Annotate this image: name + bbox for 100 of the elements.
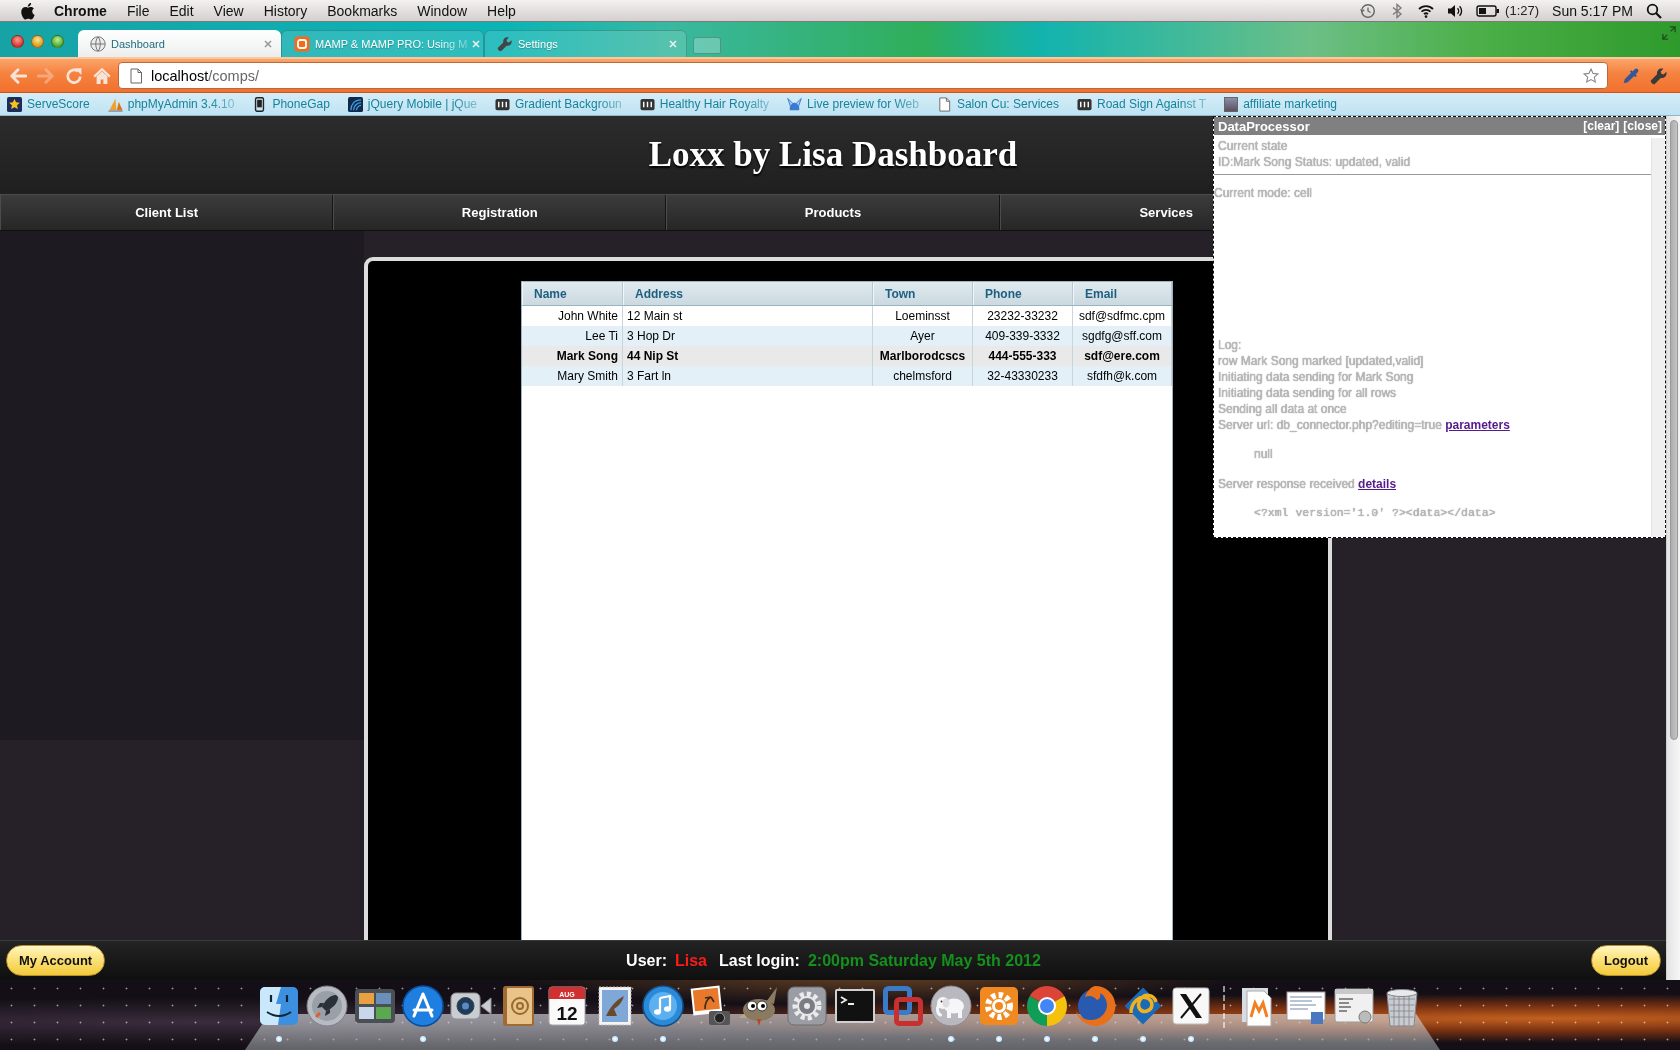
menu-item[interactable]: File	[126, 2, 150, 19]
grid-row[interactable]: Mark Song 44 Nip St Marlborodcscs 444-555-333 sdf@ere.com	[522, 346, 1172, 366]
browser-tab[interactable]: Dashboard	[78, 30, 281, 57]
grid-cell: chelmsford	[873, 366, 973, 386]
bookmark-link[interactable]: Gradient Backgroun	[495, 96, 622, 112]
user-name: Lisa	[675, 951, 707, 970]
state-text: ID:Mark Song Status: updated, valid	[1218, 154, 1412, 170]
bookmark-link[interactable]: ServeScore	[7, 96, 90, 112]
logout-button[interactable]: Logout	[1590, 945, 1661, 976]
horned-helmet-icon	[787, 96, 803, 112]
bookmark-link[interactable]: Salon Cu: Services	[936, 96, 1059, 112]
music-note-icon[interactable]	[641, 984, 685, 1028]
panel-action-link[interactable]: [clear]	[1583, 119, 1620, 133]
wifi-icon[interactable]	[1418, 2, 1435, 19]
panel-title: DataProcessor	[1218, 118, 1310, 134]
log-output: null	[1254, 446, 1274, 462]
grid-row[interactable]: Lee Ti 3 Hop Dr Ayer 409-339-3332 sgdfg@sff.com	[522, 326, 1172, 346]
grid-cell: 32-43330233	[973, 366, 1073, 386]
fullscreen-icon[interactable]	[1662, 26, 1676, 40]
user-label: User:	[626, 951, 667, 970]
menu-item[interactable]: History	[263, 2, 308, 19]
grid-cell: 3 Fart ln	[623, 366, 873, 386]
mode-text: Current mode: cell	[1214, 186, 1313, 200]
star-icon	[7, 96, 22, 112]
address-field[interactable]: localhost/comps/	[118, 62, 1608, 89]
bookmark-link[interactable]: Live preview for Web	[787, 96, 919, 112]
bookmark-link[interactable]: affiliate marketing	[1224, 96, 1337, 112]
bars-tile-icon	[1077, 96, 1092, 112]
rocket-icon[interactable]	[305, 984, 349, 1028]
nav-tab[interactable]: Products	[804, 205, 862, 220]
log-link[interactable]: details	[1358, 477, 1397, 491]
elephant-icon[interactable]	[929, 984, 973, 1028]
eyedropper-icon[interactable]	[1622, 66, 1640, 85]
scrollbar-track[interactable]	[1666, 116, 1680, 980]
log-line: Sending all data at once	[1218, 401, 1348, 417]
xml-response: <?xml version='1.0' ?><data></data>	[1254, 505, 1497, 521]
overlapping-squares-icon[interactable]	[881, 984, 925, 1028]
swirl-icon	[347, 96, 363, 112]
gear-tile-icon[interactable]	[977, 984, 1021, 1028]
browser-logo-icon[interactable]	[1025, 984, 1069, 1028]
wrench-icon[interactable]	[1650, 66, 1668, 85]
log-line: row Mark Song marked [updated,valid]	[1218, 353, 1425, 369]
panel-action-link[interactable]: [close]	[1623, 119, 1662, 133]
bookmark-link[interactable]: phpMyAdmin 3.4.10	[107, 96, 235, 112]
log-line: Server url: db_connector.php?editing=true parameters	[1218, 417, 1511, 433]
menu-item[interactable]: Bookmarks	[327, 2, 398, 19]
bookmark-star-icon[interactable]	[1583, 67, 1599, 84]
bookmark-link[interactable]: PhoneGap	[252, 96, 330, 112]
grid-row[interactable]: Mary Smith 3 Fart ln chelmsford 32-43330233 sfdfh@k.com	[522, 366, 1172, 386]
scrollbar-thumb[interactable]	[1670, 120, 1678, 740]
menu-item[interactable]: Window	[417, 2, 468, 19]
column-header[interactable]: Phone	[973, 282, 1073, 305]
state-heading: Current state	[1218, 138, 1289, 154]
bars-tile-icon	[639, 96, 655, 112]
minimize-window-icon[interactable]	[31, 35, 44, 48]
bookmark-link[interactable]: jQuery Mobile | jQue	[347, 96, 477, 112]
nav-tab[interactable]: Client List	[135, 205, 198, 220]
last-login-label: Last login:	[719, 951, 800, 970]
log-line: Log:	[1218, 337, 1243, 353]
menu-bar-clock[interactable]: Sun 5:17 PM	[1552, 2, 1633, 19]
column-header[interactable]: Email	[1073, 282, 1172, 305]
bars-tile-icon	[495, 96, 510, 112]
zoom-window-icon[interactable]	[51, 35, 64, 48]
log-link[interactable]: parameters	[1445, 418, 1510, 432]
grid-cell: sfdfh@k.com	[1073, 366, 1172, 386]
menu-item[interactable]: Edit	[169, 2, 194, 19]
bookmark-link[interactable]: Healthy Hair Royalty	[639, 96, 770, 112]
wrench-icon	[497, 36, 513, 52]
menu-item[interactable]: Help	[487, 2, 516, 19]
my-account-button[interactable]: My Account	[6, 945, 106, 976]
close-window-icon[interactable]	[11, 35, 24, 48]
page-icon	[128, 67, 144, 84]
bookmark-link[interactable]: Road Sign Against T	[1077, 96, 1207, 112]
column-header[interactable]: Address	[623, 282, 873, 305]
apple-logo-icon[interactable]	[19, 1, 35, 20]
panel-scrollbar-track[interactable]	[1651, 138, 1665, 537]
log-line: Initiating data sending for Mark Song	[1218, 369, 1415, 385]
column-header[interactable]: Town	[873, 282, 973, 305]
grid-cell: Mary Smith	[522, 366, 623, 386]
app-menu[interactable]: Chrome	[54, 2, 107, 19]
photo-camera-icon[interactable]	[689, 984, 733, 1028]
nav-tab[interactable]: Registration	[461, 205, 538, 220]
search-icon[interactable]	[1646, 2, 1662, 19]
page-title: Loxx by Lisa Dashboard	[648, 135, 1018, 175]
volume-icon[interactable]	[1447, 2, 1464, 19]
nav-tab[interactable]: Services	[1139, 205, 1193, 220]
face-logo-icon[interactable]	[257, 984, 301, 1028]
last-login-time: 2:00pm Saturday May 5th 2012	[807, 951, 1041, 970]
column-header[interactable]: Name	[522, 282, 623, 305]
x-logo-icon[interactable]	[1169, 984, 1213, 1028]
close-icon[interactable]	[264, 39, 272, 48]
app-store-icon[interactable]	[401, 984, 445, 1028]
battery-icon[interactable]	[1476, 3, 1501, 18]
globe-icon	[90, 35, 106, 52]
menu-item[interactable]: View	[213, 2, 244, 19]
log-line: Server response received details	[1218, 476, 1398, 492]
square-tile-icon	[294, 36, 310, 52]
settings-icon[interactable]	[785, 984, 829, 1028]
photo-placeholder	[1224, 96, 1239, 112]
page-icon	[936, 96, 952, 112]
